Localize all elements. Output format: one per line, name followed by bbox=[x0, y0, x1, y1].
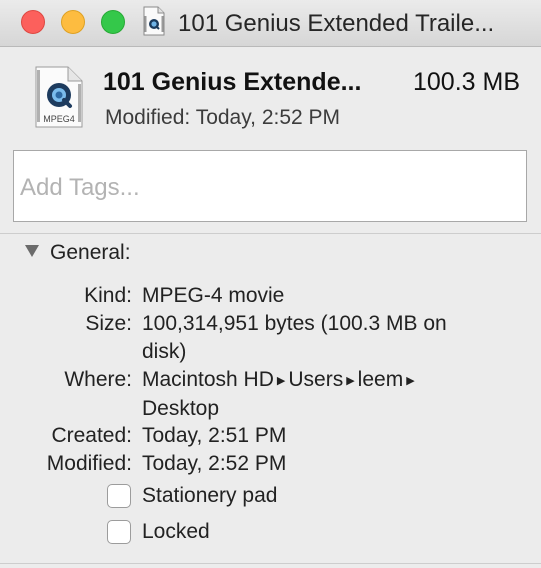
file-modified: Modified: Today, 2:52 PM bbox=[105, 104, 340, 132]
section-title-general[interactable]: General: bbox=[50, 239, 131, 267]
where-path-item[interactable]: leem bbox=[358, 368, 404, 391]
stationery-pad-label[interactable]: Stationery pad bbox=[142, 482, 277, 510]
locked-checkbox[interactable] bbox=[107, 520, 131, 544]
modified-label: Modified: bbox=[46, 452, 132, 475]
created-label: Created: bbox=[51, 424, 132, 447]
stationery-pad-checkbox[interactable] bbox=[107, 484, 131, 508]
file-size: 100.3 MB bbox=[412, 68, 520, 96]
where-path: Macintosh HD ▶ Users ▶ leem ▶ bbox=[142, 366, 502, 395]
modified-value: Today, 2:52 PM bbox=[142, 452, 287, 475]
path-separator-icon: ▶ bbox=[406, 375, 415, 387]
tags-input[interactable] bbox=[13, 150, 527, 222]
minimize-button[interactable] bbox=[61, 10, 85, 34]
where-label: Where: bbox=[64, 368, 132, 391]
size-value-line2: disk) bbox=[142, 340, 187, 363]
close-button[interactable] bbox=[21, 10, 45, 34]
where-path-item[interactable]: Macintosh HD bbox=[142, 368, 274, 391]
file-type-caption: MPEG4 bbox=[43, 114, 75, 124]
file-name: 101 Genius Extende... bbox=[103, 68, 362, 96]
disclosure-triangle-icon[interactable] bbox=[24, 243, 40, 259]
section-divider bbox=[0, 233, 541, 234]
where-value: Macintosh HD ▶ Users ▶ leem ▶ Desktop bbox=[142, 366, 502, 423]
created-value: Today, 2:51 PM bbox=[142, 424, 287, 447]
path-separator-icon: ▶ bbox=[276, 375, 286, 387]
locked-label[interactable]: Locked bbox=[142, 518, 210, 546]
zoom-button[interactable] bbox=[101, 10, 125, 34]
window-title: 101 Genius Extended Traile... bbox=[178, 10, 495, 37]
size-label: Size: bbox=[85, 312, 132, 335]
where-path-item[interactable]: Users bbox=[288, 368, 343, 391]
title-bar: 101 Genius Extended Traile... bbox=[0, 0, 541, 47]
document-proxy-icon[interactable] bbox=[143, 6, 165, 36]
kind-label: Kind: bbox=[84, 284, 132, 307]
size-value: 100,314,951 bytes (100.3 MB on disk) bbox=[142, 310, 502, 366]
file-modified-label: Modified: bbox=[105, 106, 191, 129]
where-path-item[interactable]: Desktop bbox=[142, 395, 502, 423]
kind-value: MPEG-4 movie bbox=[142, 284, 285, 307]
path-separator-icon: ▶ bbox=[346, 375, 355, 387]
file-modified-value: Today, 2:52 PM bbox=[195, 106, 341, 129]
size-value-line1: 100,314,951 bytes (100.3 MB on bbox=[142, 312, 447, 335]
section-divider bbox=[0, 563, 541, 564]
